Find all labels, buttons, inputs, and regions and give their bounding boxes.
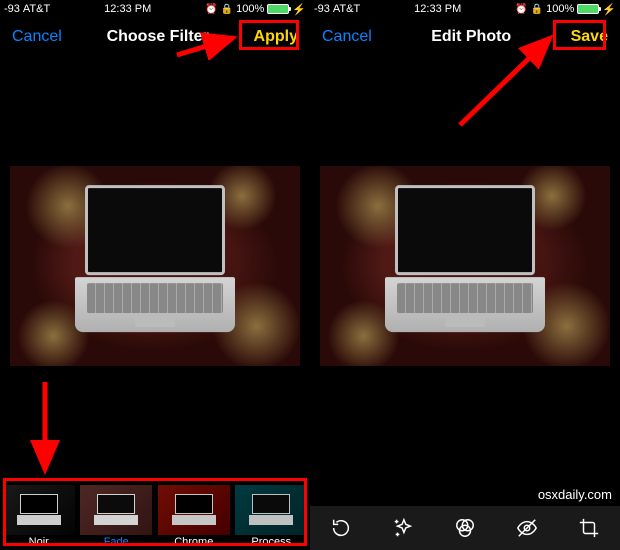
redeye-button[interactable] <box>507 508 547 548</box>
lock-icon: 🔒 <box>221 4 233 15</box>
filters-button[interactable] <box>445 508 485 548</box>
cancel-button[interactable]: Cancel <box>8 26 66 48</box>
enhance-button[interactable] <box>383 508 423 548</box>
crop-button[interactable] <box>569 508 609 548</box>
charging-icon: ⚡ <box>292 3 306 16</box>
battery-percent: 100% <box>546 3 574 15</box>
photo-preview <box>0 156 310 376</box>
watermark: osxdaily.com <box>538 487 612 502</box>
carrier-label: AT&T <box>333 3 360 15</box>
status-bar: -93 AT&T 12:33 PM ⏰ 🔒 100% ⚡ <box>310 0 620 18</box>
battery-percent: 100% <box>236 3 264 15</box>
alarm-icon: ⏰ <box>515 4 527 15</box>
lock-icon: 🔒 <box>531 4 543 15</box>
cancel-button[interactable]: Cancel <box>318 26 376 48</box>
signal-strength: -93 <box>4 3 20 15</box>
save-button[interactable]: Save <box>567 26 612 48</box>
filter-fade[interactable]: Fade <box>78 480 156 550</box>
charging-icon: ⚡ <box>602 3 616 16</box>
alarm-icon: ⏰ <box>205 4 217 15</box>
screen-edit-photo: -93 AT&T 12:33 PM ⏰ 🔒 100% ⚡ Cancel Edit… <box>310 0 620 550</box>
apply-button[interactable]: Apply <box>250 26 302 48</box>
carrier-label: AT&T <box>23 3 50 15</box>
filter-label: Fade <box>104 536 129 548</box>
photo-preview <box>310 156 620 376</box>
nav-title: Edit Photo <box>431 28 511 46</box>
nav-title: Choose Filter <box>107 28 209 46</box>
filter-label: Process <box>251 536 291 548</box>
filter-label: Chrome <box>174 536 213 548</box>
filter-chrome[interactable]: Chrome <box>155 480 233 550</box>
status-bar: -93 AT&T 12:33 PM ⏰ 🔒 100% ⚡ <box>0 0 310 18</box>
edit-toolbar <box>310 506 620 550</box>
filter-label: Noir <box>29 536 49 548</box>
filter-noir[interactable]: Noir <box>0 480 78 550</box>
rotate-button[interactable] <box>321 508 361 548</box>
screen-choose-filter: -93 AT&T 12:33 PM ⏰ 🔒 100% ⚡ Cancel Choo… <box>0 0 310 550</box>
status-time: 12:33 PM <box>414 3 461 15</box>
battery-icon <box>577 4 599 14</box>
battery-icon <box>267 4 289 14</box>
signal-strength: -93 <box>314 3 330 15</box>
nav-bar: Cancel Choose Filter Apply <box>0 18 310 56</box>
filter-process[interactable]: Process <box>233 480 311 550</box>
filter-strip: Noir Fade Chrome Process <box>0 480 310 550</box>
nav-bar: Cancel Edit Photo Save <box>310 18 620 56</box>
status-time: 12:33 PM <box>104 3 151 15</box>
